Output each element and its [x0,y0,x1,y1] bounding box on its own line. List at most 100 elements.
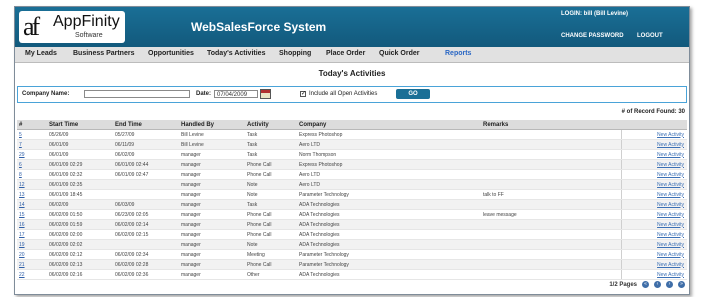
next-page-icon[interactable]: › [666,281,673,288]
cell-action: New Activity [620,149,687,160]
new-activity-link[interactable]: New Activity [657,152,684,158]
system-title: WebSalesForce System [191,20,327,34]
new-activity-link[interactable]: New Activity [657,172,684,178]
cell-action: New Activity [620,219,687,230]
cell-activity: Phone Call [245,209,297,220]
logout-link[interactable]: LOGOUT [637,33,663,39]
cell-remarks [481,179,621,190]
logo-mark: af [23,12,40,41]
cell-activity: Phone Call [245,159,297,170]
cell-number[interactable]: 12 [17,179,47,190]
cell-number[interactable]: 19 [17,239,47,250]
cell-company: ADA Technologies [297,199,481,210]
change-password-link[interactable]: CHANGE PASSWORD [561,33,624,39]
column-header-action [621,120,687,130]
new-activity-link[interactable]: New Activity [657,222,684,228]
cell-activity: Task [245,199,297,210]
cell-action: New Activity [620,199,687,210]
pagination: 1/2 Pages « ‹ › » [565,280,685,290]
cell-number[interactable]: 29 [17,149,47,160]
cell-end-time: 06/01/09 02:44 [113,159,179,170]
table-row: 8 06/01/09 02:32 06/01/09 02:47 manager Phon… [17,169,687,180]
nav-item-business-partners[interactable]: Business Partners [73,50,134,57]
cell-number[interactable]: 20 [17,249,47,260]
include-open-activities-checkbox[interactable]: ✓ [300,91,306,97]
nav-item-opportunities[interactable]: Opportunities [148,50,194,57]
company-name-input[interactable] [84,90,190,98]
cell-start-time: 06/01/09 02:29 [47,159,113,170]
new-activity-link[interactable]: New Activity [657,202,684,208]
cell-start-time: 06/02/09 02:00 [47,229,113,240]
go-button[interactable]: GO [396,89,430,99]
cell-number[interactable]: 6 [17,159,47,170]
cell-action: New Activity [620,269,687,280]
cell-number[interactable]: 8 [17,169,47,180]
last-page-icon[interactable]: » [678,281,685,288]
table-row: 16 06/02/09 01:59 06/02/09 02:14 manager Pho… [17,219,687,230]
table-row: 20 06/02/09 02:12 06/02/09 02:34 manager Mee… [17,249,687,260]
cell-company: ADA Technologies [297,209,481,220]
new-activity-link[interactable]: New Activity [657,132,684,138]
column-header-end-time: End Time [113,120,179,130]
new-activity-link[interactable]: New Activity [657,182,684,188]
cell-start-time: 06/01/09 02:35 [47,179,113,190]
cell-company: Parameter Technology [297,259,481,270]
cell-end-time: 06/01/09 02:47 [113,169,179,180]
new-activity-link[interactable]: New Activity [657,142,684,148]
new-activity-link[interactable]: New Activity [657,262,684,268]
cell-remarks [481,269,621,280]
main-nav: My Leads Business Partners Opportunities… [15,47,689,63]
cell-end-time: 06/02/09 02:15 [113,229,179,240]
cell-end-time: 06/02/09 02:14 [113,219,179,230]
cell-number[interactable]: 16 [17,219,47,230]
cell-remarks [481,169,621,180]
cell-number[interactable]: 14 [17,199,47,210]
nav-item-quick-order[interactable]: Quick Order [379,50,419,57]
new-activity-link[interactable]: New Activity [657,162,684,168]
cell-company: Norm Thompson [297,149,481,160]
table-row: 22 06/02/09 02:16 06/02/09 02:36 manager Oth… [17,269,687,280]
cell-number[interactable]: 7 [17,139,47,150]
new-activity-link[interactable]: New Activity [657,212,684,218]
cell-remarks [481,139,621,150]
cell-end-time: 06/03/09 [113,199,179,210]
cell-number[interactable]: 15 [17,209,47,220]
cell-activity: Phone Call [245,229,297,240]
new-activity-link[interactable]: New Activity [657,252,684,258]
calendar-icon[interactable] [260,89,271,99]
prev-page-icon[interactable]: ‹ [654,281,661,288]
nav-item-shopping[interactable]: Shopping [279,50,311,57]
column-header-activity: Activity [245,120,297,130]
cell-number[interactable]: 17 [17,229,47,240]
appfinity-logo[interactable]: af AppFinity Software [19,11,125,43]
first-page-icon[interactable]: « [642,281,649,288]
new-activity-link[interactable]: New Activity [657,192,684,198]
table-row: 29 06/01/09 06/02/09 manager Task Norm Thomps… [17,149,687,160]
cell-start-time: 06/01/09 18:45 [47,189,113,200]
cell-remarks [481,129,621,140]
cell-number[interactable]: 22 [17,269,47,280]
cell-remarks [481,229,621,240]
new-activity-link[interactable]: New Activity [657,272,684,278]
nav-item-reports[interactable]: Reports [445,50,471,57]
cell-activity: Note [245,239,297,250]
cell-number[interactable]: 21 [17,259,47,270]
cell-action: New Activity [620,209,687,220]
table-row: 14 06/02/09 06/03/09 manager Task ADA Technol… [17,199,687,210]
new-activity-link[interactable]: New Activity [657,242,684,248]
cell-number[interactable]: 13 [17,189,47,200]
cell-start-time: 06/01/09 [47,149,113,160]
new-activity-link[interactable]: New Activity [657,232,684,238]
cell-remarks [481,199,621,210]
nav-item-todays-activities[interactable]: Today's Activities [207,50,265,57]
cell-activity: Task [245,139,297,150]
table-header-row: # Start Time End Time Handled By Activity Com… [17,120,687,130]
table-row: 19 06/02/09 02:02 manager Note ADA Technolog… [17,239,687,250]
cell-number[interactable]: 5 [17,129,47,140]
cell-activity: Meeting [245,249,297,260]
cell-company: ADA Technologies [297,229,481,240]
date-input[interactable]: 07/04/2009 [214,90,258,98]
nav-item-my-leads[interactable]: My Leads [25,50,57,57]
nav-item-place-order[interactable]: Place Order [326,50,365,57]
cell-end-time: 06/02/09 02:28 [113,259,179,270]
